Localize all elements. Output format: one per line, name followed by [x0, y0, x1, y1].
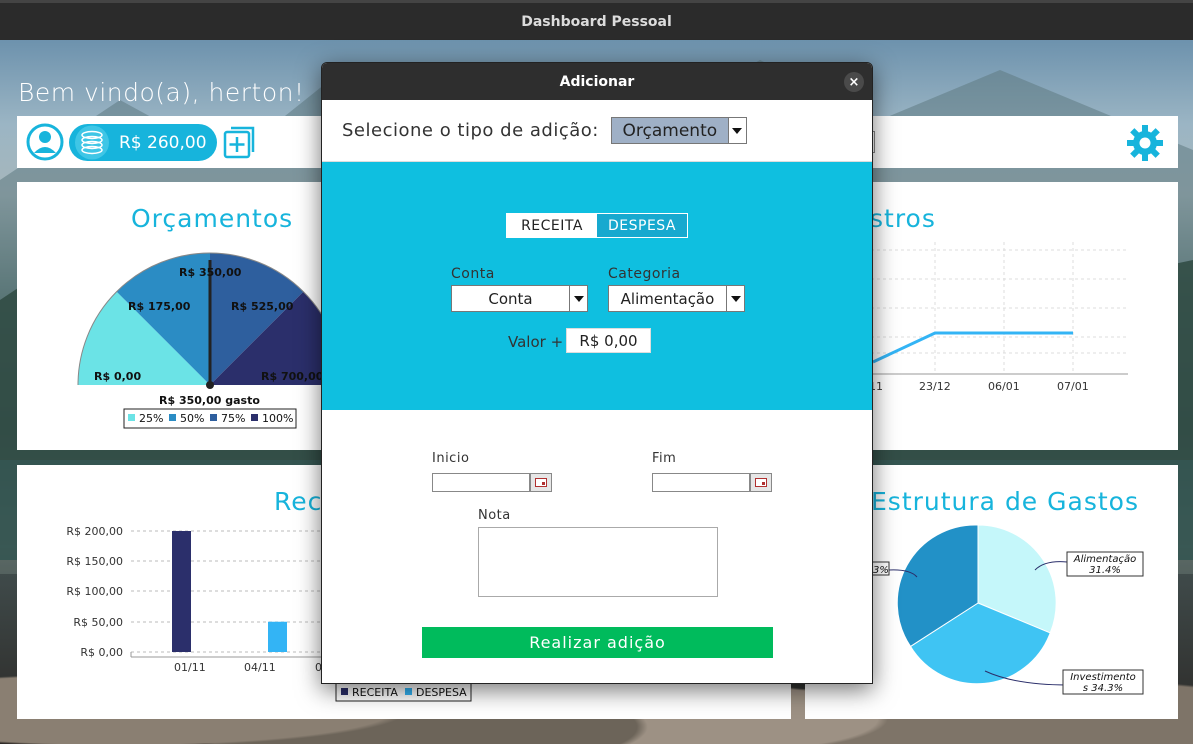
adicionar-dialog: Adicionar × Selecione o tipo de adição: …	[321, 62, 873, 684]
legend-75: 75%	[221, 412, 245, 425]
legend-despesa: DESPESA	[416, 686, 467, 699]
legend-swatch-receita	[341, 688, 348, 695]
balance-amount: R$ 260,00	[119, 132, 207, 153]
bar-receita-01/11	[172, 531, 191, 652]
gauge-pivot	[206, 381, 214, 389]
receitas-y-1: R$ 150,00	[66, 555, 123, 568]
receitas-y-3: R$ 50,00	[73, 616, 123, 629]
nota-textarea[interactable]	[478, 527, 718, 597]
close-button[interactable]: ×	[844, 72, 864, 92]
window-titlebar: Dashboard Pessoal	[0, 0, 1193, 40]
registros-x-2: 06/01	[988, 380, 1020, 393]
legend-receita: RECEITA	[352, 686, 398, 699]
legend-swatch-despesa	[405, 688, 412, 695]
gauge-label-3: R$ 525,00	[231, 300, 294, 313]
registros-grid	[865, 242, 1128, 372]
conta-label: Conta	[451, 266, 495, 282]
receitas-y-2: R$ 100,00	[66, 585, 123, 598]
budget-gauge: R$ 0,00 R$ 175,00 R$ 350,00 R$ 525,00 R$…	[77, 252, 343, 429]
submit-button[interactable]: Realizar adição	[422, 627, 773, 658]
tab-receita[interactable]: RECEITA	[507, 214, 597, 237]
chevron-down-icon[interactable]	[726, 286, 744, 311]
coins-icon	[75, 125, 109, 160]
window-title: Dashboard Pessoal	[521, 13, 672, 30]
conta-select-value: Conta	[488, 289, 533, 308]
legend-swatch-75	[210, 414, 217, 421]
welcome-message: Bem vindo(a), herton!	[18, 78, 305, 107]
conta-select[interactable]: Conta	[451, 285, 588, 312]
gauge-label-0: R$ 0,00	[94, 370, 141, 383]
receitas-y-0: R$ 200,00	[66, 525, 123, 538]
categoria-select[interactable]: Alimentação	[608, 285, 745, 312]
bar-despesa-04/11	[268, 621, 287, 652]
valor-label: Valor +	[508, 333, 564, 351]
legend-swatch-100	[251, 414, 258, 421]
dialog-title: Adicionar	[559, 73, 635, 90]
categoria-select-value: Alimentação	[620, 289, 715, 308]
nota-label: Nota	[478, 508, 511, 523]
legend-25: 25%	[139, 412, 163, 425]
type-label: Selecione o tipo de adição:	[342, 120, 599, 141]
legend-100: 100%	[262, 412, 293, 425]
receitas-x-1: 04/11	[244, 661, 276, 674]
fim-date-input[interactable]	[652, 473, 750, 492]
type-select-value: Orçamento	[611, 118, 728, 143]
chevron-down-icon[interactable]	[727, 118, 746, 143]
registros-x-1: 23/12	[919, 380, 951, 393]
legend-swatch-25	[128, 414, 135, 421]
pie-label-investimento-pct: s 34.3%	[1083, 683, 1123, 694]
add-icon[interactable]	[223, 125, 257, 159]
calendar-icon[interactable]	[530, 473, 552, 492]
pie-label-other-pct: 3%	[873, 565, 889, 576]
inicio-label: Inicio	[432, 451, 470, 466]
calendar-icon[interactable]	[750, 473, 772, 492]
inicio-date-input[interactable]	[432, 473, 530, 492]
dialog-header: Adicionar ×	[322, 63, 872, 100]
fim-label: Fim	[652, 451, 677, 466]
transaction-tabs: RECEITA DESPESA	[506, 213, 688, 238]
pie-label-alimentacao-pct: 31.4%	[1089, 565, 1121, 576]
user-profile-icon[interactable]	[26, 123, 64, 161]
pie-label-investimento-name: Investimento	[1070, 672, 1136, 683]
receitas-grid	[131, 530, 337, 653]
orcamentos-panel: Orçamentos R$ 0,00 R$ 175,00 R$ 350,00 R…	[17, 182, 347, 450]
gauge-label-2: R$ 350,00	[179, 266, 242, 279]
transaction-section: RECEITA DESPESA Conta Conta Categoria Al…	[322, 162, 872, 410]
gauge-label-1: R$ 175,00	[128, 300, 191, 313]
type-row: Selecione o tipo de adição: Orçamento	[322, 100, 872, 162]
receitas-x-0: 01/11	[174, 661, 206, 674]
pie-label-alimentacao-name: Alimentação	[1073, 554, 1136, 565]
legend-swatch-50	[169, 414, 176, 421]
categoria-label: Categoria	[608, 266, 681, 282]
valor-input[interactable]: R$ 0,00	[566, 328, 651, 353]
settings-gear-icon[interactable]	[1126, 124, 1164, 162]
type-select[interactable]: Orçamento	[610, 117, 747, 144]
gauge-spent: R$ 350,00 gasto	[159, 394, 260, 407]
chevron-down-icon[interactable]	[569, 286, 587, 311]
registros-x-3: 07/01	[1057, 380, 1089, 393]
tab-despesa[interactable]: DESPESA	[597, 214, 687, 237]
legend-50: 50%	[180, 412, 204, 425]
receitas-y-4: R$ 0,00	[80, 646, 123, 659]
gauge-label-4: R$ 700,00	[261, 370, 324, 383]
balance-badge[interactable]: R$ 260,00	[69, 124, 217, 161]
